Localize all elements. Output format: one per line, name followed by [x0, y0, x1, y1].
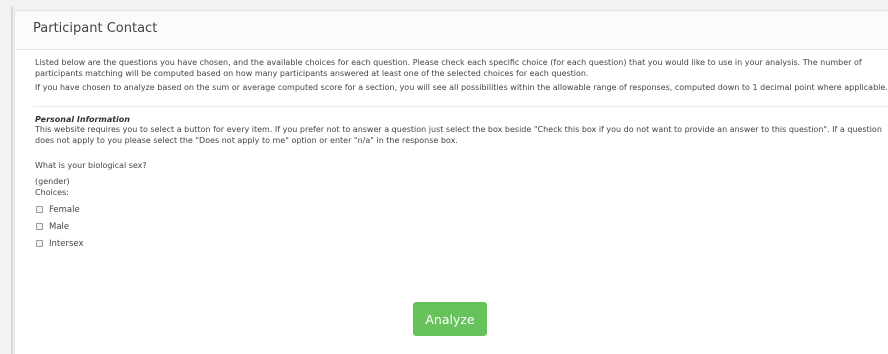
analyze-button-wrap: Analyze: [413, 302, 487, 336]
question-text: What is your biological sex?: [35, 160, 147, 170]
choice-intersex[interactable]: Intersex: [35, 235, 888, 252]
choice-label: Male: [49, 221, 70, 232]
question-code: (gender): [35, 177, 70, 187]
section-description: This website requires you to select a bu…: [35, 125, 882, 145]
checkbox-male[interactable]: [36, 223, 43, 231]
left-rule: [11, 7, 13, 354]
choice-label: Female: [49, 204, 80, 215]
intro-paragraph-1: Listed below are the questions you have …: [35, 58, 862, 78]
checkbox-female[interactable]: [36, 206, 43, 214]
intro-paragraph-2: If you have chosen to analyze based on t…: [35, 83, 888, 93]
divider: [33, 105, 888, 107]
checkbox-intersex[interactable]: [36, 240, 43, 248]
analyze-button[interactable]: Analyze: [413, 302, 487, 336]
panel-title: Participant Contact: [15, 11, 888, 50]
choice-male[interactable]: Male: [35, 218, 888, 235]
choice-female[interactable]: Female: [35, 201, 888, 218]
choice-label: Intersex: [49, 238, 84, 249]
panel-content: Listed below are the questions you have …: [15, 50, 888, 252]
choices-label: Choices:: [35, 187, 69, 197]
section-title: Personal Information: [35, 114, 130, 124]
